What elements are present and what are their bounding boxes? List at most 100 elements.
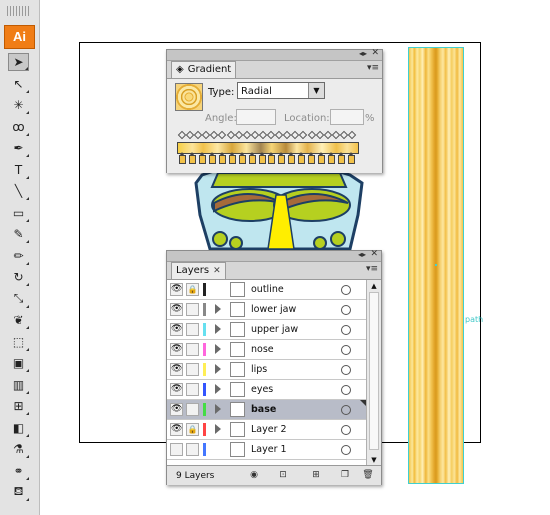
new-layer-icon[interactable]: ❐ [338, 469, 352, 481]
lock-toggle[interactable] [186, 363, 199, 376]
color-stop[interactable] [188, 152, 196, 164]
layer-row[interactable]: 👁 base [167, 400, 366, 420]
angle-input[interactable] [236, 109, 276, 125]
lock-icon[interactable]: 🔒 [186, 423, 199, 436]
color-stop[interactable] [208, 152, 216, 164]
color-stop[interactable] [338, 152, 345, 164]
layer-row[interactable]: 👁 lips [167, 360, 366, 380]
color-stop[interactable] [238, 152, 246, 164]
tab-close-icon[interactable]: ✕ [213, 263, 221, 279]
color-stop[interactable] [328, 152, 336, 164]
midpoint-diamond[interactable] [315, 130, 324, 140]
magic-wand-tool[interactable]: ✳ [8, 96, 29, 114]
midpoint-diamond[interactable] [218, 130, 227, 140]
scale-tool[interactable]: ⤡ [8, 290, 29, 308]
lock-icon[interactable]: 🔒 [186, 283, 199, 296]
panel-menu-icon[interactable]: ▾≡ [367, 63, 379, 73]
free-transform-tool[interactable]: ⬚ [8, 333, 29, 351]
lock-toggle[interactable] [186, 323, 199, 336]
expand-triangle-icon[interactable] [215, 304, 221, 314]
pen-tool[interactable]: ✒ [8, 139, 29, 157]
expand-triangle-icon[interactable] [215, 404, 221, 414]
expand-triangle-icon[interactable] [215, 424, 221, 434]
visibility-eye-icon[interactable]: 👁 [170, 343, 183, 356]
target-circle-icon[interactable] [341, 345, 351, 355]
layer-row[interactable]: 👁 lower jaw [167, 300, 366, 320]
midpoint-diamond[interactable] [234, 130, 243, 140]
visibility-eye-icon[interactable]: 👁 [170, 403, 183, 416]
color-stop[interactable] [298, 152, 306, 164]
selection-tool[interactable]: ➤ [8, 53, 29, 71]
expand-triangle-icon[interactable] [215, 324, 221, 334]
color-stop[interactable] [318, 152, 326, 164]
expand-triangle-icon[interactable] [215, 344, 221, 354]
pencil-tool[interactable]: ✏ [8, 247, 29, 265]
layer-row[interactable]: 👁 nose [167, 340, 366, 360]
lock-toggle[interactable] [186, 343, 199, 356]
color-stop[interactable] [228, 152, 236, 164]
line-tool[interactable]: ╲ [8, 182, 29, 200]
close-icon[interactable]: ✕ [370, 249, 378, 259]
midpoint-diamond[interactable] [307, 130, 316, 140]
midpoint-diamond[interactable] [299, 130, 308, 140]
rectangle-tool[interactable]: ▭ [8, 204, 29, 222]
color-stop[interactable] [288, 152, 296, 164]
layer-row[interactable]: 👁 eyes [167, 380, 366, 400]
lasso-tool[interactable]: ꝏ [8, 118, 29, 136]
new-sublayer-icon[interactable]: ⊞ [309, 469, 323, 481]
lock-toggle[interactable] [186, 403, 199, 416]
lock-toggle[interactable] [186, 383, 199, 396]
locate-object-icon[interactable]: ◉ [247, 469, 261, 481]
collapse-icon[interactable]: ◂▸ [358, 250, 366, 259]
visibility-eye-icon[interactable] [170, 443, 183, 456]
close-icon[interactable]: ✕ [371, 48, 379, 58]
tab-gradient[interactable]: ◈ Gradient [171, 61, 237, 78]
live-paint-bucket-tool[interactable]: ⛾ [8, 483, 29, 501]
type-tool[interactable]: T [8, 161, 29, 179]
midpoint-diamond[interactable] [242, 130, 251, 140]
lock-toggle[interactable] [186, 443, 199, 456]
color-stop[interactable] [308, 152, 316, 164]
visibility-eye-icon[interactable]: 👁 [170, 283, 183, 296]
midpoint-diamond[interactable] [331, 130, 341, 140]
color-stop[interactable] [248, 152, 256, 164]
panel-grip[interactable] [7, 6, 31, 16]
midpoint-diamond[interactable] [347, 130, 357, 140]
layer-row[interactable]: Layer 1 [167, 440, 366, 460]
gradient-type-select[interactable]: Radial ▼ [237, 82, 325, 99]
target-circle-icon[interactable] [341, 285, 351, 295]
gradient-swatch[interactable] [175, 83, 203, 111]
layer-row[interactable]: 👁 🔒 Layer 2 [167, 420, 366, 440]
panel-title-bar[interactable]: ◂▸ ✕ [167, 249, 381, 262]
target-circle-icon[interactable] [341, 365, 351, 375]
visibility-eye-icon[interactable]: 👁 [170, 363, 183, 376]
rotate-tool[interactable]: ↻ [8, 268, 29, 286]
tiki-artwork[interactable] [190, 165, 370, 255]
color-stop[interactable] [347, 152, 355, 164]
paintbrush-tool[interactable]: ✎ [8, 225, 29, 243]
expand-triangle-icon[interactable] [215, 384, 221, 394]
target-circle-icon[interactable] [341, 305, 351, 315]
gradient-tool[interactable]: ◧ [8, 419, 29, 437]
blend-tool[interactable]: ⚭ [8, 462, 29, 480]
panel-menu-icon[interactable]: ▾≡ [366, 264, 378, 274]
panel-title-bar[interactable]: ◂▸ ✕ [167, 48, 382, 61]
color-stop[interactable] [278, 152, 286, 164]
target-circle-icon[interactable] [341, 445, 351, 455]
scroll-thumb[interactable] [369, 292, 379, 450]
target-circle-icon[interactable] [341, 405, 351, 415]
trash-icon[interactable]: 🗑 [361, 469, 375, 481]
midpoint-diamond[interactable] [226, 130, 235, 140]
collapse-icon[interactable]: ◂▸ [359, 49, 367, 58]
tab-layers[interactable]: Layers ✕ [171, 262, 226, 279]
mesh-tool[interactable]: ⊞ [8, 397, 29, 415]
color-stop[interactable] [179, 152, 186, 164]
make-clipping-mask-icon[interactable]: ⊡ [276, 469, 290, 481]
eyedropper-tool[interactable]: ⚗ [8, 440, 29, 458]
color-stop[interactable] [268, 152, 276, 164]
warp-tool[interactable]: ❦ [8, 311, 29, 329]
lock-toggle[interactable] [186, 303, 199, 316]
symbol-sprayer-tool[interactable]: ▣ [8, 354, 29, 372]
striped-base-rectangle[interactable] [408, 47, 464, 484]
visibility-eye-icon[interactable]: 👁 [170, 383, 183, 396]
